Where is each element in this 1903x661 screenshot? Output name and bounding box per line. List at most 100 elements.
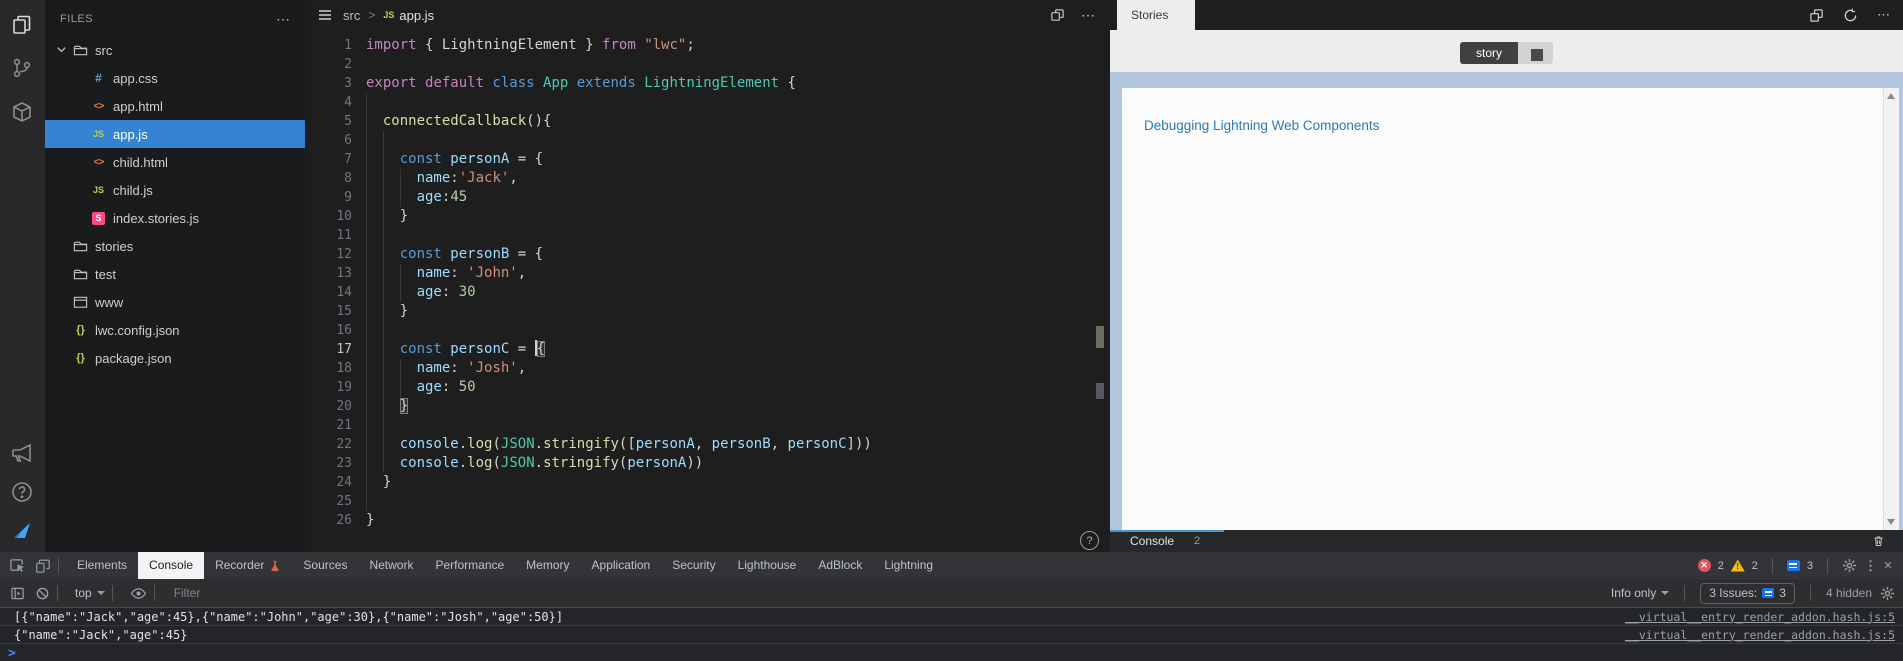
filter-input[interactable]: Filter bbox=[174, 586, 1611, 600]
code-line-24: 24 } bbox=[305, 473, 1110, 492]
devtools-tab-recorder[interactable]: Recorder bbox=[204, 552, 292, 579]
announcement-icon[interactable] bbox=[10, 441, 34, 465]
warning-count[interactable]: 2 bbox=[1752, 560, 1758, 572]
log-source-link[interactable]: __virtual__entry_render_addon.hash.js:5 bbox=[1625, 628, 1895, 642]
js-file-icon: JS bbox=[92, 185, 104, 195]
error-count[interactable]: 2 bbox=[1718, 560, 1724, 572]
code-lines[interactable]: 1 import { LightningElement } from "lwc";… bbox=[305, 36, 1110, 530]
devtools-tab-lightning[interactable]: Lightning bbox=[873, 552, 944, 579]
menu-icon[interactable] bbox=[317, 7, 333, 23]
devtools-tab-console[interactable]: Console bbox=[138, 552, 205, 579]
log-level-selector[interactable]: Info only bbox=[1611, 586, 1670, 600]
file-name: test bbox=[95, 266, 116, 282]
breadcrumb-folder[interactable]: src bbox=[343, 8, 360, 23]
explorer-more-icon[interactable]: ⋯ bbox=[276, 11, 291, 28]
close-devtools-icon[interactable]: × bbox=[1881, 557, 1895, 574]
tab-stories[interactable]: Stories bbox=[1117, 0, 1195, 30]
issues-count[interactable]: 3 bbox=[1807, 560, 1813, 572]
line-number: 15 bbox=[336, 304, 352, 319]
inspect-element-icon[interactable] bbox=[9, 557, 26, 574]
console-tab[interactable]: Console bbox=[1130, 534, 1174, 548]
panel-more-icon[interactable]: ⋯ bbox=[1877, 7, 1891, 23]
refresh-icon[interactable] bbox=[1843, 8, 1858, 23]
devtools-tab-bar: Elements Console Recorder Sources Network Per… bbox=[0, 552, 1903, 579]
js-file-icon: JS bbox=[383, 10, 395, 20]
editor-help-button[interactable]: ? bbox=[1080, 531, 1099, 550]
more-options-icon[interactable]: ⋮ bbox=[1864, 558, 1877, 574]
issues-icon[interactable] bbox=[1786, 560, 1800, 571]
live-expression-eye-icon[interactable] bbox=[130, 587, 147, 600]
settings-gear-icon[interactable] bbox=[1842, 558, 1857, 573]
source-control-icon[interactable] bbox=[10, 56, 34, 80]
package-icon[interactable] bbox=[10, 100, 34, 124]
line-number: 5 bbox=[344, 114, 352, 129]
line-number: 24 bbox=[336, 475, 352, 490]
scrollbar-mark[interactable] bbox=[1096, 326, 1104, 348]
file-tree-item-child-js[interactable]: JS child.js bbox=[45, 176, 305, 204]
trash-icon[interactable] bbox=[1872, 534, 1885, 548]
line-number: 19 bbox=[336, 380, 352, 395]
split-editor-icon[interactable] bbox=[1050, 8, 1065, 23]
devtools-tab-adblock[interactable]: AdBlock bbox=[807, 552, 873, 579]
scroll-up-icon[interactable] bbox=[1887, 93, 1895, 99]
devtools-tab-sources[interactable]: Sources bbox=[292, 552, 358, 579]
story-scrollbar[interactable] bbox=[1883, 88, 1899, 530]
line-number: 26 bbox=[336, 513, 352, 528]
devtools-tab-lighthouse[interactable]: Lighthouse bbox=[727, 552, 808, 579]
json-file-icon: {} bbox=[76, 352, 85, 364]
file-tree-item-app-js[interactable]: JS app.js bbox=[45, 120, 305, 148]
console-sidebar-icon[interactable] bbox=[10, 586, 25, 601]
context-selector[interactable]: top bbox=[75, 586, 105, 600]
devtools-tab-application[interactable]: Application bbox=[581, 552, 662, 579]
code-line-9: 9 age:45 bbox=[305, 188, 1110, 207]
code-line-19: 19 age: 50 bbox=[305, 378, 1110, 397]
files-icon[interactable] bbox=[10, 13, 34, 37]
devtools-tab-performance[interactable]: Performance bbox=[424, 552, 515, 579]
devtools-tab-memory[interactable]: Memory bbox=[515, 552, 580, 579]
file-name: src bbox=[95, 42, 113, 58]
open-in-new-icon[interactable] bbox=[1809, 8, 1824, 23]
breadcrumb-file[interactable]: app.js bbox=[399, 8, 434, 23]
file-tree-item-www[interactable]: www bbox=[45, 288, 305, 316]
file-tree-item-app-css[interactable]: # app.css bbox=[45, 64, 305, 92]
story-view-button[interactable]: story bbox=[1460, 42, 1518, 64]
help-icon[interactable] bbox=[10, 480, 34, 504]
file-tree-item-package-json[interactable]: {} package.json bbox=[45, 344, 305, 372]
chevron-right-icon: > bbox=[368, 8, 376, 22]
file-tree-item-stories[interactable]: stories bbox=[45, 232, 305, 260]
file-tree-item-test[interactable]: test bbox=[45, 260, 305, 288]
scroll-down-icon[interactable] bbox=[1887, 519, 1895, 525]
console-prompt[interactable]: > bbox=[0, 644, 1903, 661]
code-line-3: 3 export default class App extends Lightn… bbox=[305, 74, 1110, 93]
file-tree-item-lwc-config-json[interactable]: {} lwc.config.json bbox=[45, 316, 305, 344]
file-tree-item-index-stories-js[interactable]: Sindex.stories.js bbox=[45, 204, 305, 232]
code-line-17: 17 const personC = { bbox=[305, 340, 1110, 359]
clear-console-icon[interactable] bbox=[35, 586, 50, 601]
line-number: 20 bbox=[336, 399, 352, 414]
issues-button[interactable]: 3 Issues: 3 bbox=[1700, 582, 1795, 604]
devtools-tab-elements[interactable]: Elements bbox=[66, 552, 138, 579]
chevron-down-icon bbox=[96, 591, 105, 595]
code-line-23: 23 console.log(JSON.stringify(personA)) bbox=[305, 454, 1110, 473]
log-source-link[interactable]: __virtual__entry_render_addon.hash.js:5 bbox=[1625, 610, 1895, 624]
scrollbar-mark[interactable] bbox=[1096, 383, 1104, 399]
story-link[interactable]: Debugging Lightning Web Components bbox=[1144, 118, 1379, 133]
file-tree-item-child-html[interactable]: <> child.html bbox=[45, 148, 305, 176]
file-tree-item-src[interactable]: src bbox=[45, 36, 305, 64]
device-toolbar-icon[interactable] bbox=[35, 558, 51, 574]
code-line-5: 5 connectedCallback(){ bbox=[305, 112, 1110, 131]
breadcrumb: src > JS app.js bbox=[305, 0, 1110, 30]
devtools-tab-security[interactable]: Security bbox=[661, 552, 726, 579]
devtools-tab-network[interactable]: Network bbox=[358, 552, 424, 579]
editor-more-icon[interactable]: ⋯ bbox=[1081, 7, 1096, 24]
js-file-icon: JS bbox=[92, 129, 104, 139]
line-number: 13 bbox=[336, 266, 352, 281]
file-name: app.js bbox=[113, 126, 148, 142]
file-tree-item-app-html[interactable]: <> app.html bbox=[45, 92, 305, 120]
grid-view-button[interactable] bbox=[1518, 42, 1553, 64]
chevron-down-icon bbox=[1661, 591, 1670, 595]
console-settings-gear-icon[interactable] bbox=[1880, 586, 1895, 601]
hidden-messages-label[interactable]: 4 hidden bbox=[1826, 586, 1872, 600]
indent-guide bbox=[400, 264, 401, 302]
logo-icon[interactable] bbox=[10, 518, 34, 542]
